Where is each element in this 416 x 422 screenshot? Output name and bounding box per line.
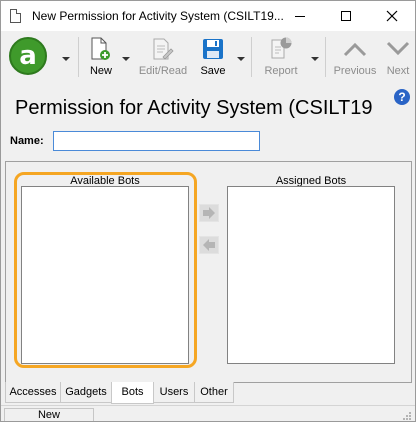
help-icon[interactable]: ? — [394, 89, 410, 105]
tab-accesses[interactable]: Accesses — [5, 382, 61, 403]
title-bar[interactable]: New Permission for Activity System (CSIL… — [1, 1, 415, 31]
minimize-button[interactable] — [277, 1, 323, 31]
edit-document-icon — [153, 38, 174, 60]
app-logo-button[interactable]: a — [9, 37, 47, 75]
toolbar-separator — [251, 37, 252, 77]
new-dropdown-icon[interactable] — [122, 57, 130, 61]
arrow-left-icon — [203, 239, 215, 251]
tab-gadgets[interactable]: Gadgets — [60, 382, 112, 403]
close-icon — [386, 10, 398, 22]
minimize-icon — [295, 16, 305, 17]
edit-read-button[interactable]: Edit/Read — [135, 31, 191, 83]
tab-users[interactable]: Users — [153, 382, 195, 403]
assigned-bots-list[interactable] — [227, 186, 395, 364]
app-menu-dropdown-icon[interactable] — [62, 57, 70, 61]
arrow-right-icon — [203, 207, 215, 219]
toolbar: a New Edit/Read Save Report Previous Nex… — [1, 31, 415, 85]
previous-button[interactable]: Previous — [331, 31, 379, 83]
document-icon — [10, 9, 21, 23]
report-dropdown-icon[interactable] — [311, 57, 319, 61]
toolbar-separator — [325, 37, 326, 77]
save-label: Save — [200, 65, 226, 77]
window-title: New Permission for Activity System (CSIL… — [32, 9, 284, 23]
maximize-button[interactable] — [323, 1, 369, 31]
report-button[interactable]: Report — [257, 31, 305, 83]
close-button[interactable] — [369, 1, 415, 31]
save-disk-icon — [203, 39, 223, 59]
chevron-down-icon — [386, 41, 410, 56]
new-button[interactable]: New — [83, 31, 119, 83]
next-button[interactable]: Next — [381, 31, 415, 83]
tab-other[interactable]: Other — [194, 382, 234, 403]
tab-bots[interactable]: Bots — [111, 382, 154, 404]
name-field[interactable] — [53, 131, 260, 151]
available-bots-highlight — [14, 172, 197, 368]
maximize-icon — [341, 11, 351, 21]
edit-read-label: Edit/Read — [138, 65, 188, 77]
new-label: New — [89, 65, 112, 77]
save-button[interactable]: Save — [195, 31, 231, 83]
status-bar: New — [1, 405, 415, 421]
page-title: Permission for Activity System (CSILT19 — [15, 97, 373, 119]
report-icon — [271, 37, 292, 59]
status-mode: New — [4, 408, 94, 421]
report-label: Report — [264, 65, 298, 77]
save-dropdown-icon[interactable] — [237, 57, 245, 61]
assign-bot-button[interactable] — [199, 204, 219, 222]
tab-strip: Accesses Gadgets Bots Users Other — [5, 382, 412, 404]
name-label: Name: — [10, 135, 44, 147]
app-logo-letter: a — [19, 41, 37, 71]
next-label: Next — [386, 65, 410, 77]
chevron-up-icon — [343, 42, 367, 57]
new-document-icon — [91, 37, 110, 60]
toolbar-separator — [78, 37, 79, 77]
permission-window: New Permission for Activity System (CSIL… — [0, 0, 416, 422]
previous-label: Previous — [333, 65, 377, 77]
unassign-bot-button[interactable] — [199, 236, 219, 254]
resize-grip-icon[interactable] — [402, 411, 412, 421]
